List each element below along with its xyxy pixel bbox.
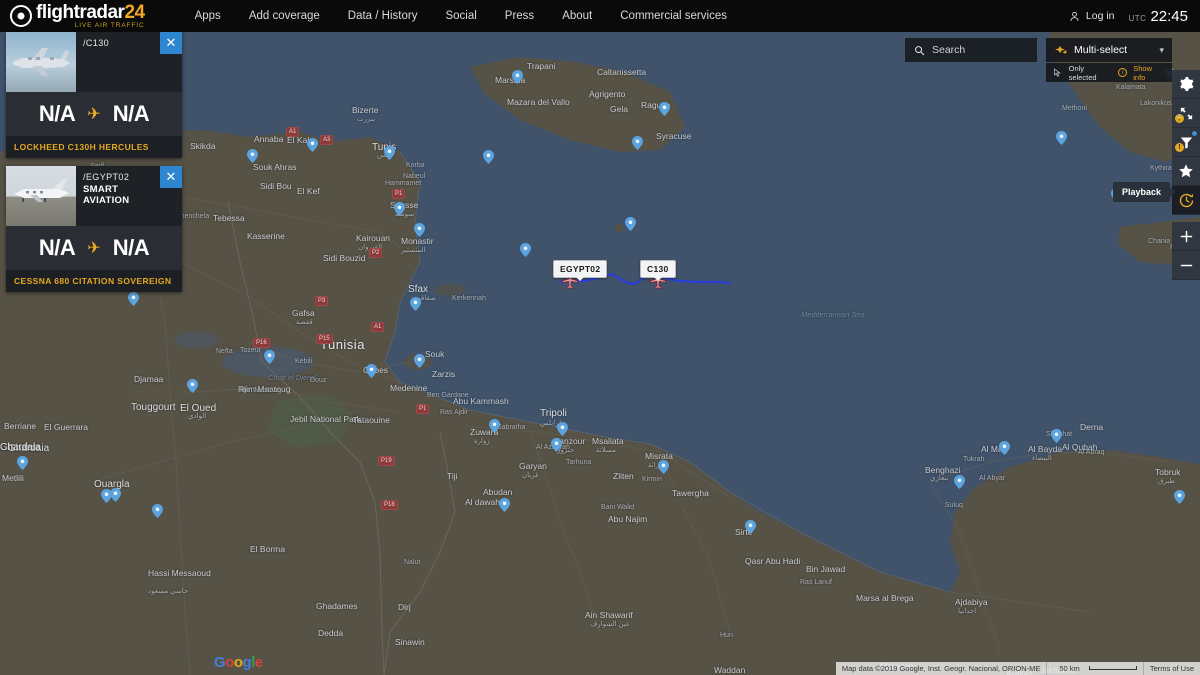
radar-logo-icon <box>10 5 32 27</box>
close-panel-button[interactable]: ✕ <box>160 32 182 54</box>
map-data-attribution: Map data ©2019 Google, Inst. Geogr. Naci… <box>836 662 1047 675</box>
nav-links: AppsAdd coverageData / HistorySocialPres… <box>181 0 741 32</box>
nav-link-social[interactable]: Social <box>431 0 490 32</box>
destination-airport: N/A <box>113 235 149 261</box>
brand-tagline: LIVE AIR TRAFFIC <box>36 23 145 30</box>
map-toolbar: 🔒 ! <box>1172 70 1200 280</box>
chevron-down-icon[interactable]: ▾ <box>1159 45 1164 56</box>
utc-label: UTC <box>1129 14 1147 23</box>
nav-link-apps[interactable]: Apps <box>181 0 235 32</box>
lock-badge-icon: 🔒 <box>1175 114 1184 123</box>
brand-number: 24 <box>124 2 144 23</box>
nav-link-press[interactable]: Press <box>491 0 548 32</box>
navbar-right: Log in UTC 22:45 <box>1068 8 1188 25</box>
nav-link-add-coverage[interactable]: Add coverage <box>235 0 334 32</box>
only-selected-toggle[interactable]: Only selected <box>1069 64 1113 82</box>
aircraft-type: CESSNA 680 CITATION SOVEREIGN <box>6 270 182 292</box>
flight-callsign: /C130 <box>83 38 156 48</box>
star-icon <box>1178 163 1194 179</box>
top-navbar: flightradar24 LIVE AIR TRAFFIC AppsAdd c… <box>0 0 1200 32</box>
favorites-button[interactable] <box>1172 157 1200 186</box>
playback-tooltip: Playback <box>1113 182 1170 202</box>
aircraft-map-label[interactable]: EGYPT02 <box>553 260 607 278</box>
cursor-select-icon <box>1053 68 1063 78</box>
nav-link-commercial-services[interactable]: Commercial services <box>606 0 741 32</box>
multi-select-dropdown[interactable]: Multi-select ▾ <box>1046 38 1172 62</box>
brand-logo-link[interactable]: flightradar24 LIVE AIR TRAFFIC <box>10 0 145 32</box>
flight-route: N/A ✈ N/A <box>6 92 182 136</box>
google-watermark: Google <box>214 654 263 671</box>
plus-icon <box>1179 229 1194 244</box>
multi-select-options: Only selected i Show info <box>1046 63 1172 82</box>
minus-icon <box>1179 258 1194 273</box>
settings-button[interactable] <box>1172 70 1200 99</box>
plane-route-icon: ✈ <box>87 238 100 258</box>
utc-clock: UTC 22:45 <box>1129 8 1189 25</box>
login-button[interactable]: Log in <box>1068 10 1115 23</box>
fullscreen-button[interactable]: 🔒 <box>1172 99 1200 128</box>
playback-icon <box>1178 192 1195 209</box>
destination-airport: N/A <box>113 101 149 127</box>
plane-route-icon: ✈ <box>87 104 100 124</box>
flight-route: N/A ✈ N/A <box>6 226 182 270</box>
brand-word: flightradar <box>36 2 124 23</box>
zoom-out-button[interactable] <box>1172 251 1200 280</box>
nav-link-data-history[interactable]: Data / History <box>334 0 432 32</box>
filter-alert-badge: ! <box>1175 143 1184 152</box>
flight-panel[interactable]: /EGYPT02 SMART AVIATION✕ N/A ✈ N/A CESSNA 680… <box>6 166 182 292</box>
multi-select-icon <box>1054 45 1067 56</box>
playback-button[interactable] <box>1172 186 1200 215</box>
flight-panel-header: /C130 ✕ <box>6 32 182 92</box>
multi-select-label: Multi-select <box>1074 44 1152 56</box>
search-box[interactable]: Search <box>905 38 1037 62</box>
flight-panel[interactable]: /C130 ✕ N/A ✈ N/A LOCKHEED C130H HERCULES <box>6 32 182 158</box>
login-label: Log in <box>1086 10 1115 22</box>
user-icon <box>1068 10 1081 23</box>
show-info-toggle[interactable]: Show info <box>1133 64 1165 82</box>
filters-button[interactable]: ! <box>1172 128 1200 157</box>
brand-name: flightradar24 <box>36 3 145 22</box>
brand-text: flightradar24 LIVE AIR TRAFFIC <box>36 3 145 30</box>
terms-of-use-link[interactable]: Terms of Use <box>1143 662 1200 675</box>
filter-status-dot <box>1191 130 1198 137</box>
map-scale: 50 km <box>1046 662 1142 675</box>
close-panel-button[interactable]: ✕ <box>160 166 182 188</box>
zoom-in-button[interactable] <box>1172 222 1200 251</box>
aircraft-thumbnail <box>6 166 76 226</box>
search-placeholder: Search <box>932 44 965 56</box>
aircraft-type: LOCKHEED C130H HERCULES <box>6 136 182 158</box>
nav-link-about[interactable]: About <box>548 0 606 32</box>
map-attribution-bar: Map data ©2019 Google, Inst. Geogr. Naci… <box>836 662 1200 675</box>
origin-airport: N/A <box>39 101 75 127</box>
flight-panel-header: /EGYPT02 SMART AVIATION✕ <box>6 166 182 226</box>
aircraft-thumbnail <box>6 32 76 92</box>
search-icon <box>914 45 925 56</box>
map-scale-label: 50 km <box>1053 664 1085 673</box>
flight-callsign: /EGYPT02 <box>83 172 156 182</box>
flightradar24-app: TunisiaMediterranean SeaTunisتونسBizerte… <box>0 0 1200 675</box>
info-badge-icon: i <box>1118 68 1127 77</box>
selected-flights-panels: /C130 ✕ N/A ✈ N/A LOCKHEED C130H HERCULES/EGY… <box>6 32 182 300</box>
flight-operator: SMART AVIATION <box>83 184 156 206</box>
multi-select-panel: Multi-select ▾ Only selected i Show info <box>1046 38 1172 82</box>
origin-airport: N/A <box>39 235 75 261</box>
aircraft-map-label[interactable]: C130 <box>640 260 676 278</box>
gear-icon <box>1178 76 1194 92</box>
utc-time: 22:45 <box>1150 8 1188 25</box>
